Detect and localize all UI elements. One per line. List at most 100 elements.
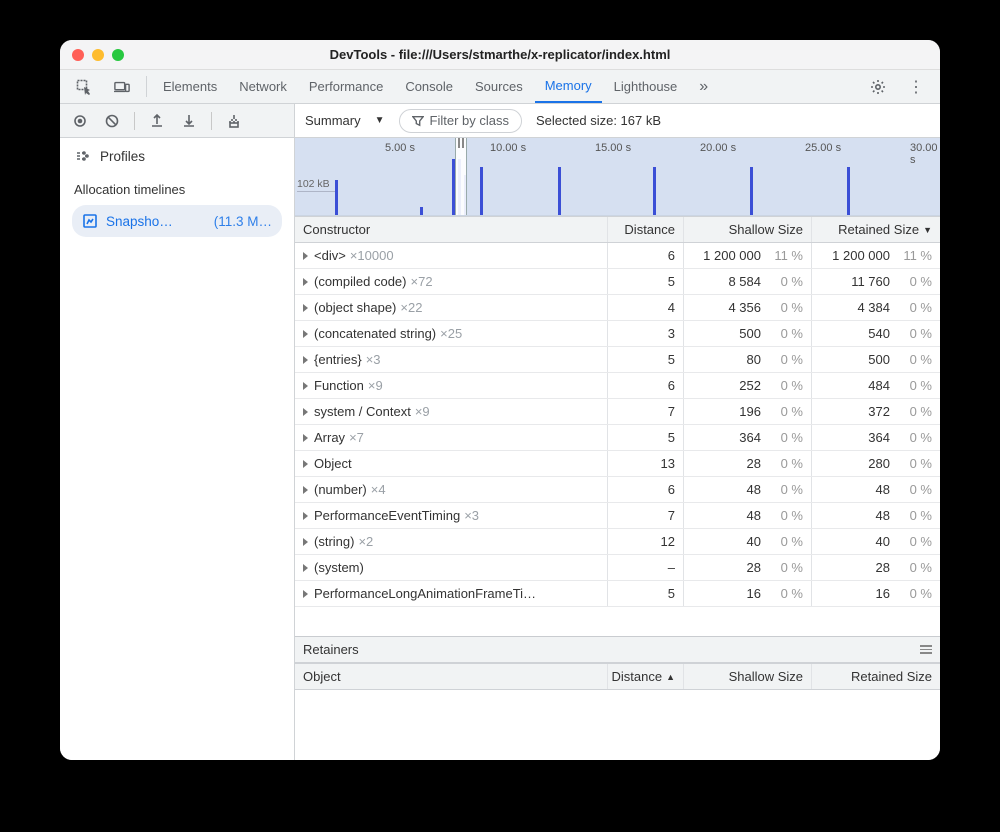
table-row[interactable]: system / Context×971960 %3720 % xyxy=(295,399,940,425)
cell-shallow: 8 5840 % xyxy=(684,269,812,294)
timeline-bar xyxy=(480,167,483,215)
cell-retained: 3640 % xyxy=(812,425,940,450)
retainers-col-shallow[interactable]: Shallow Size xyxy=(684,664,812,689)
cell-distance: 6 xyxy=(608,373,684,398)
expand-icon[interactable] xyxy=(303,538,308,546)
expand-icon[interactable] xyxy=(303,252,308,260)
constructor-count: ×22 xyxy=(400,300,422,315)
timeline-tick: 30.00 s xyxy=(910,142,940,166)
table-row[interactable]: PerformanceLongAnimationFrameTi…5160 %16… xyxy=(295,581,940,607)
tab-lighthouse[interactable]: Lighthouse xyxy=(604,70,688,103)
constructor-name: PerformanceEventTiming xyxy=(314,508,460,523)
sort-asc-icon: ▲ xyxy=(666,672,675,682)
table-row[interactable]: PerformanceEventTiming×37480 %480 % xyxy=(295,503,940,529)
cell-shallow: 160 % xyxy=(684,581,812,606)
constructor-count: ×25 xyxy=(440,326,462,341)
profiles-section[interactable]: Profiles xyxy=(60,138,294,174)
expand-icon[interactable] xyxy=(303,408,308,416)
expand-icon[interactable] xyxy=(303,512,308,520)
main-panel: Summary ▼ Filter by class Selected size:… xyxy=(295,104,940,760)
expand-icon[interactable] xyxy=(303,486,308,494)
retainers-menu-icon[interactable] xyxy=(920,645,932,654)
tab-sources[interactable]: Sources xyxy=(465,70,533,103)
expand-icon[interactable] xyxy=(303,278,308,286)
view-dropdown-label: Summary xyxy=(305,113,361,128)
col-shallow-size[interactable]: Shallow Size xyxy=(684,217,812,242)
timeline-scale-label: 102 kB xyxy=(297,178,336,192)
retainers-col-object[interactable]: Object xyxy=(295,664,608,689)
expand-icon[interactable] xyxy=(303,590,308,598)
expand-icon[interactable] xyxy=(303,304,308,312)
expand-icon[interactable] xyxy=(303,330,308,338)
cell-retained: 480 % xyxy=(812,503,940,528)
grid-header-row: Constructor Distance Shallow Size Retain… xyxy=(295,216,940,243)
export-icon[interactable] xyxy=(143,107,171,135)
record-icon[interactable] xyxy=(66,107,94,135)
col-retained-size[interactable]: Retained Size▼ xyxy=(812,217,940,242)
tab-performance[interactable]: Performance xyxy=(299,70,393,103)
constructor-count: ×2 xyxy=(358,534,373,549)
cell-shallow: 4 3560 % xyxy=(684,295,812,320)
clear-icon[interactable] xyxy=(98,107,126,135)
constructor-name: <div> xyxy=(314,248,346,263)
col-distance[interactable]: Distance xyxy=(608,217,684,242)
cell-retained: 4840 % xyxy=(812,373,940,398)
table-row[interactable]: (compiled code)×7258 5840 %11 7600 % xyxy=(295,269,940,295)
timeline-tick: 20.00 s xyxy=(700,142,736,154)
expand-icon[interactable] xyxy=(303,564,308,572)
table-row[interactable]: (object shape)×2244 3560 %4 3840 % xyxy=(295,295,940,321)
table-row[interactable]: Object13280 %2800 % xyxy=(295,451,940,477)
gc-icon[interactable] xyxy=(220,107,248,135)
expand-icon[interactable] xyxy=(303,356,308,364)
retainers-col-distance[interactable]: Distance▲ xyxy=(608,664,684,689)
table-row[interactable]: (string)×212400 %400 % xyxy=(295,529,940,555)
constructor-count: ×4 xyxy=(371,482,386,497)
expand-icon[interactable] xyxy=(303,434,308,442)
table-row[interactable]: (concatenated string)×2535000 %5400 % xyxy=(295,321,940,347)
cell-retained: 4 3840 % xyxy=(812,295,940,320)
table-row[interactable]: (number)×46480 %480 % xyxy=(295,477,940,503)
cell-shallow: 800 % xyxy=(684,347,812,372)
titlebar: DevTools - file:///Users/stmarthe/x-repl… xyxy=(60,40,940,70)
cell-distance: 13 xyxy=(608,451,684,476)
cell-shallow: 1960 % xyxy=(684,399,812,424)
minimize-window-button[interactable] xyxy=(92,49,104,61)
timeline-tick: 10.00 s xyxy=(490,142,526,154)
view-dropdown[interactable]: Summary ▼ xyxy=(305,113,385,128)
constructor-count: ×9 xyxy=(368,378,383,393)
more-menu-icon[interactable]: ⋮ xyxy=(898,70,934,103)
allocation-timeline[interactable]: 102 kB 5.00 s10.00 s15.00 s20.00 s25.00 … xyxy=(295,138,940,216)
constructor-count: ×10000 xyxy=(350,248,394,263)
cell-retained: 5000 % xyxy=(812,347,940,372)
expand-icon[interactable] xyxy=(303,460,308,468)
snapshot-item[interactable]: Snapsho… (11.3 M… xyxy=(72,205,282,237)
cell-shallow: 480 % xyxy=(684,503,812,528)
expand-icon[interactable] xyxy=(303,382,308,390)
more-tabs-icon[interactable]: » xyxy=(689,70,718,103)
timeline-tick: 15.00 s xyxy=(595,142,631,154)
filter-by-class[interactable]: Filter by class xyxy=(399,109,522,133)
cell-distance: 5 xyxy=(608,269,684,294)
retainers-col-retained[interactable]: Retained Size xyxy=(812,664,940,689)
timeline-bar xyxy=(653,167,656,215)
device-toolbar-icon[interactable] xyxy=(104,70,140,103)
tab-network[interactable]: Network xyxy=(229,70,297,103)
import-icon[interactable] xyxy=(175,107,203,135)
sort-desc-icon: ▼ xyxy=(923,225,932,235)
close-window-button[interactable] xyxy=(72,49,84,61)
constructor-count: ×9 xyxy=(415,404,430,419)
zoom-window-button[interactable] xyxy=(112,49,124,61)
tab-console[interactable]: Console xyxy=(395,70,463,103)
timeline-scrubber[interactable] xyxy=(455,138,467,215)
table-row[interactable]: (system)–280 %280 % xyxy=(295,555,940,581)
table-row[interactable]: Array×753640 %3640 % xyxy=(295,425,940,451)
table-row[interactable]: <div>×1000061 200 00011 %1 200 00011 % xyxy=(295,243,940,269)
table-row[interactable]: Function×962520 %4840 % xyxy=(295,373,940,399)
sidebar: Profiles Allocation timelines Snapsho… (… xyxy=(60,104,295,760)
tab-elements[interactable]: Elements xyxy=(153,70,227,103)
col-constructor[interactable]: Constructor xyxy=(295,217,608,242)
table-row[interactable]: {entries}×35800 %5000 % xyxy=(295,347,940,373)
tab-memory[interactable]: Memory xyxy=(535,70,602,103)
settings-gear-icon[interactable] xyxy=(860,70,896,103)
inspect-element-icon[interactable] xyxy=(66,70,102,103)
